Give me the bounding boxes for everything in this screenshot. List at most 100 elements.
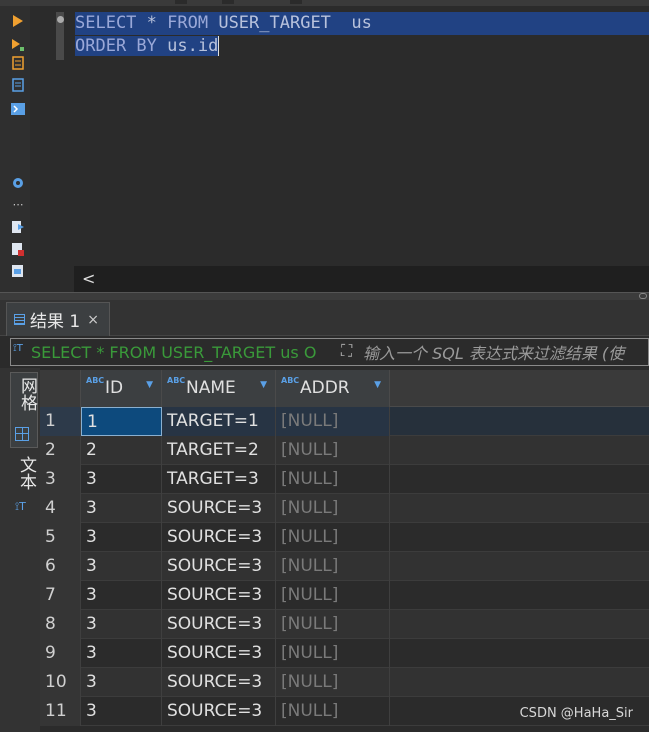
table-row[interactable]: 10 3 SOURCE=3 [NULL] xyxy=(40,668,649,697)
column-header-addr[interactable]: ABC ADDR ▼ xyxy=(276,370,390,407)
more-icon[interactable]: ⋯ xyxy=(11,198,25,212)
result-grid-icon xyxy=(14,314,25,325)
cell-name[interactable]: TARGET=1 xyxy=(162,407,276,436)
explain-plan-icon[interactable] xyxy=(11,56,25,70)
filter-input[interactable] xyxy=(363,341,648,365)
cell-id[interactable]: 3 xyxy=(81,465,162,494)
cell-id[interactable]: 3 xyxy=(81,610,162,639)
table-row[interactable]: 5 3 SOURCE=3 [NULL] xyxy=(40,523,649,552)
tab-result-label: 结果 1 xyxy=(30,312,81,332)
row-number-cell[interactable]: 2 xyxy=(40,436,81,465)
cell-addr[interactable]: [NULL] xyxy=(276,436,390,465)
column-name: ADDR xyxy=(300,378,350,398)
column-header-id[interactable]: ABC ID ▼ xyxy=(81,370,162,407)
watermark: CSDN @HaHa_Sir xyxy=(519,706,633,721)
tab-grid-view[interactable]: 网格 xyxy=(10,372,38,448)
fold-toggle-icon[interactable] xyxy=(57,16,64,23)
row-number-header[interactable] xyxy=(40,370,81,407)
row-number-cell[interactable]: 11 xyxy=(40,697,81,726)
cell-addr[interactable]: [NULL] xyxy=(276,552,390,581)
table-row[interactable]: 2 2 TARGET=2 [NULL] xyxy=(40,436,649,465)
cell-addr[interactable]: [NULL] xyxy=(276,668,390,697)
cell-id[interactable]: 2 xyxy=(81,436,162,465)
cell-id[interactable]: 1 xyxy=(81,407,162,436)
cell-name[interactable]: SOURCE=3 xyxy=(162,610,276,639)
table-row[interactable]: 1 1 TARGET=1 [NULL] xyxy=(40,407,649,436)
result-grid[interactable]: ABC ID ▼ ABC NAME ▼ ABC ADDR ▼ 1 1 TARGET=… xyxy=(40,370,649,732)
export-icon[interactable] xyxy=(11,220,25,234)
cell-addr[interactable]: [NULL] xyxy=(276,407,390,436)
sort-arrow-icon[interactable]: ▼ xyxy=(374,380,381,390)
cell-name[interactable]: TARGET=2 xyxy=(162,436,276,465)
filter-sql-text: SELECT * FROM USER_TARGET us O xyxy=(31,343,317,362)
editor-results-splitter[interactable] xyxy=(0,292,649,300)
expand-icon[interactable]: ⛶ xyxy=(341,341,352,361)
format-icon[interactable] xyxy=(11,264,25,278)
tab-result-1[interactable]: 结果 1 × xyxy=(6,302,110,336)
row-number-cell[interactable]: 6 xyxy=(40,552,81,581)
column-type-icon: ABC xyxy=(167,376,186,385)
cell-addr[interactable]: [NULL] xyxy=(276,465,390,494)
column-header-name[interactable]: ABC NAME ▼ xyxy=(162,370,276,407)
cell-id[interactable]: 3 xyxy=(81,552,162,581)
table-row[interactable]: 4 3 SOURCE=3 [NULL] xyxy=(40,494,649,523)
row-number-cell[interactable]: 4 xyxy=(40,494,81,523)
cell-name[interactable]: SOURCE=3 xyxy=(162,639,276,668)
run-statement-icon[interactable] xyxy=(11,14,25,28)
cell-id[interactable]: 3 xyxy=(81,494,162,523)
settings-gear-icon[interactable] xyxy=(11,176,25,190)
console-icon[interactable] xyxy=(11,102,25,116)
table-row[interactable]: 9 3 SOURCE=3 [NULL] xyxy=(40,639,649,668)
row-number-cell[interactable]: 3 xyxy=(40,465,81,494)
cell-addr[interactable]: [NULL] xyxy=(276,523,390,552)
code-line-2[interactable]: ORDER BY us.id xyxy=(75,35,220,58)
grid-view-icon xyxy=(15,427,29,441)
cell-addr[interactable]: [NULL] xyxy=(276,610,390,639)
tab-text-view[interactable]: 文本 ⟟T xyxy=(12,456,36,516)
cell-addr[interactable]: [NULL] xyxy=(276,494,390,523)
table-row[interactable]: 8 3 SOURCE=3 [NULL] xyxy=(40,610,649,639)
sort-arrow-icon[interactable]: ▼ xyxy=(260,380,267,390)
table-row[interactable]: 7 3 SOURCE=3 [NULL] xyxy=(40,581,649,610)
table-row[interactable]: 3 3 TARGET=3 [NULL] xyxy=(40,465,649,494)
row-number-cell[interactable]: 10 xyxy=(40,668,81,697)
fold-gutter xyxy=(56,12,64,60)
cell-id[interactable]: 3 xyxy=(81,697,162,726)
code-line-1[interactable]: SELECT * FROM USER_TARGET us xyxy=(75,12,649,35)
script-icon[interactable] xyxy=(11,78,25,92)
cell-id[interactable]: 3 xyxy=(81,581,162,610)
cell-id[interactable]: 3 xyxy=(81,668,162,697)
cell-id[interactable]: 3 xyxy=(81,523,162,552)
cell-name[interactable]: SOURCE=3 xyxy=(162,697,276,726)
result-view-switcher: 网格 文本 ⟟T xyxy=(0,368,40,732)
splitter-handle[interactable] xyxy=(639,293,647,299)
import-icon[interactable] xyxy=(11,242,25,256)
cell-name[interactable]: SOURCE=3 xyxy=(162,581,276,610)
run-new-tab-icon[interactable] xyxy=(11,38,25,52)
row-number-cell[interactable]: 5 xyxy=(40,523,81,552)
cell-addr[interactable]: [NULL] xyxy=(276,697,390,726)
scroll-left-icon[interactable]: < xyxy=(82,269,95,288)
filter-icon[interactable]: ⟟T xyxy=(13,343,23,354)
cell-name[interactable]: SOURCE=3 xyxy=(162,494,276,523)
row-number-cell[interactable]: 8 xyxy=(40,610,81,639)
row-number-cell[interactable]: 1 xyxy=(40,407,81,436)
row-number-cell[interactable]: 9 xyxy=(40,639,81,668)
results-tab-bar: 结果 1 × xyxy=(0,300,649,336)
close-tab-icon[interactable]: × xyxy=(87,312,99,328)
grid-view-label: 网格 xyxy=(17,377,37,411)
column-type-icon: ABC xyxy=(86,376,105,385)
column-type-icon: ABC xyxy=(281,376,300,385)
sql-editor[interactable]: ⋯ SELECT * FROM USER_TARGET us ORDER BY … xyxy=(0,0,649,292)
cell-name[interactable]: SOURCE=3 xyxy=(162,523,276,552)
editor-horizontal-scrollbar[interactable]: < xyxy=(74,266,649,292)
cell-name[interactable]: SOURCE=3 xyxy=(162,552,276,581)
cell-addr[interactable]: [NULL] xyxy=(276,639,390,668)
table-row[interactable]: 6 3 SOURCE=3 [NULL] xyxy=(40,552,649,581)
cell-name[interactable]: TARGET=3 xyxy=(162,465,276,494)
cell-addr[interactable]: [NULL] xyxy=(276,581,390,610)
row-number-cell[interactable]: 7 xyxy=(40,581,81,610)
sort-arrow-icon[interactable]: ▼ xyxy=(146,380,153,390)
cell-id[interactable]: 3 xyxy=(81,639,162,668)
cell-name[interactable]: SOURCE=3 xyxy=(162,668,276,697)
